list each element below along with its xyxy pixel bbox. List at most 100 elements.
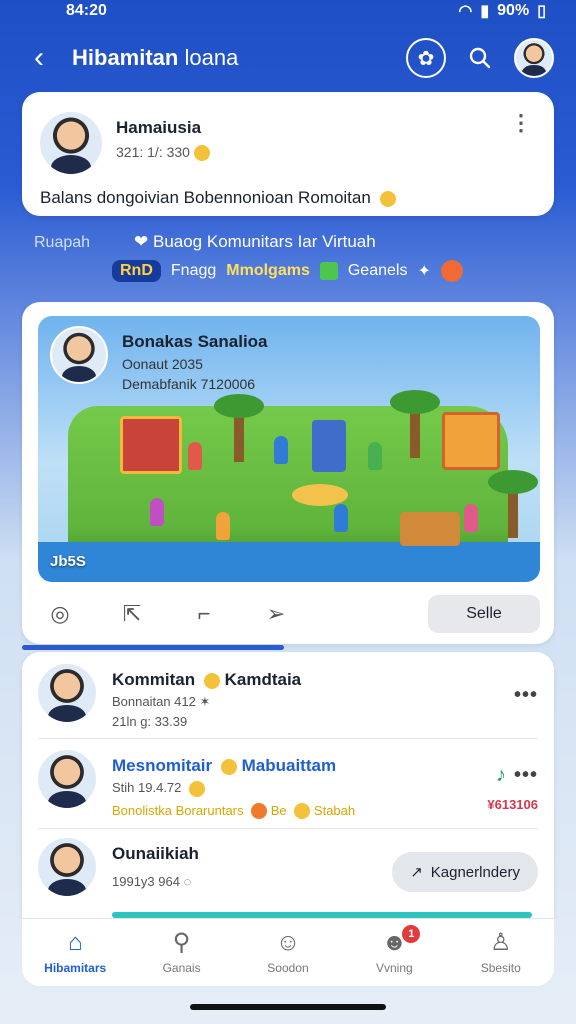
dancer-icon: ✦ [417,263,431,280]
share-icon[interactable]: ⇱ [114,596,150,632]
profile-avatar[interactable] [514,38,554,78]
notification-badge: 1 [402,924,421,943]
list-item[interactable]: Mesnomitair Mabuaittam Stih 19.4.72 Bono… [38,750,538,820]
post-text: Balans dongoivian Bobennonioan Romoitan [40,188,371,207]
back-arrow-icon[interactable]: ‹ [22,43,62,73]
tab-social[interactable]: ☺ Soodon [240,928,336,975]
item-tagline-3: Stabah [313,802,356,818]
heart-icon: ❤ [134,232,149,251]
chat-bubble-icon [440,260,463,282]
more-options-icon[interactable]: ••• [514,684,538,707]
tab-home[interactable]: ⌂ Hibamitars [27,928,123,975]
item-tagline-2: Be [270,802,287,818]
item-name: Ounaiikiah [112,844,199,863]
community-banner[interactable]: Ruapah ❤ Buaog Komunitars Iar Virtuah Rn… [22,228,554,294]
bottom-tab-bar: ⌂ Hibamitars ⚲ Ganais ☺ Soodon ☻ 1 Vvnin… [22,918,554,986]
banner-tag: RnD [112,260,161,282]
item-subtitle: Stih 19.4.72 [112,780,182,795]
post-author[interactable]: Hamaiusia [116,118,506,138]
more-options-icon[interactable]: ⋮ [506,112,536,134]
post-card: Hamaiusia 321: 1/: 330 ⋮ Balans dongoivi… [22,92,554,216]
desk-illustration [400,512,460,546]
tab-label: Ganais [162,960,201,975]
tab-notifications[interactable]: ☻ 1 Vvning [346,924,442,975]
status-time: 84:20 [66,2,107,19]
avatar-figure [216,512,230,540]
list-item[interactable]: Kommitan Kamdtaia Bonnaitan 412 ✶ 21ln g… [38,664,538,729]
item-value: ¥613106 [487,797,538,812]
badge-icon[interactable]: ✿ [406,38,446,78]
camera-icon[interactable]: ◎ [42,596,78,632]
fire-icon [251,803,268,820]
banner-label: Ruapah [34,234,91,251]
item-subtitle: 1991y3 964 [112,874,180,889]
post-subtitle-2: Demabfanik 7120006 [122,376,256,392]
battery-icon: ▯ [537,3,546,20]
app-header: ‹ Hibamitan loana ✿ [22,28,554,88]
tab-search[interactable]: ⚲ Ganais [134,928,230,975]
emoji-icon [220,758,237,775]
status-bar: 84:20 ◠ ▮ 90% ▯ [0,0,576,22]
palm-tree-icon [214,394,264,462]
face-icon: ☺ [275,928,301,956]
banner-highlight: Mmolgams [226,262,310,279]
divider [38,828,538,829]
post-time: 321: 1/: 330 [116,144,190,160]
sparkle-icon: ✶ [199,694,211,709]
banner-title: Buaog Komunitars Iar Virtuah [152,232,376,251]
green-square-icon [319,262,338,280]
conversation-list: Kommitan Kamdtaia Bonnaitan 412 ✶ 21ln g… [22,652,554,918]
post-author[interactable]: Bonakas Sanalioa [122,332,268,352]
table-illustration [292,484,348,506]
banner-tail: Geanels [347,262,408,279]
search-icon[interactable] [460,38,500,78]
tab-label: Hibamitars [44,960,107,975]
avatar[interactable] [50,326,108,384]
music-note-icon: ♪ [495,764,506,786]
image-caption: Jb5S [50,553,86,570]
send-icon[interactable]: ➢ [258,596,294,632]
item-name-2: Mabuaittam [241,756,337,775]
avatar-figure [150,498,164,526]
avatar-figure [334,504,348,532]
status-icons: ◠ ▮ 90% ▯ [458,1,546,21]
comment-icon[interactable]: ⌐ [186,596,222,632]
palm-tree-icon [390,390,440,458]
avatar [38,750,96,808]
item-name: Kommitan [112,670,196,689]
list-item[interactable]: Ounaiikiah 1991y3 964 ◌ ↗ Kagnerlndery [38,838,538,896]
avatar[interactable] [40,112,102,174]
search-icon: ⚲ [172,928,191,956]
follow-button[interactable]: ↗ Kagnerlndery [392,852,538,892]
tab-label: Vvning [376,960,413,975]
avatar [38,838,96,896]
page-title: Hibamitan loana [72,45,239,70]
home-indicator[interactable] [190,1004,386,1010]
send-button[interactable]: Selle [428,595,540,633]
coin-icon [193,145,210,162]
emoji-icon [294,803,311,820]
avatar-figure [274,436,288,464]
item-tagline: Bonolistka Boraruntars [112,802,244,818]
item-subtitle: Bonnaitan 412 [112,694,196,709]
booth-illustration [120,416,182,474]
item-name-2: Kamdtaia [224,670,302,689]
arrow-icon: ↗ [410,864,423,881]
item-timestamp: 21ln g: 33.39 [112,714,188,729]
wifi-icon: ◠ [458,3,473,20]
more-options-icon[interactable]: ••• [514,764,538,786]
avatar-figure [368,442,382,470]
profile-icon: ♙ [489,928,512,956]
tab-profile[interactable]: ♙ Sbesito [453,928,549,975]
post-subtitle: Oonaut 2035 [122,356,203,372]
signal-icon: ▮ [480,3,490,20]
tab-label: Soodon [267,960,309,975]
follow-button-label: Kagnerlndery [430,863,520,881]
palm-tree-icon [488,470,538,538]
battery-level: 90% [497,2,530,19]
virtual-community-image[interactable]: Bonakas Sanalioa Oonaut 2035 Demabfanik … [38,316,540,582]
emoji-icon [189,780,206,797]
booth-illustration [442,412,500,470]
emoji-icon [203,672,220,689]
home-icon: ⌂ [67,928,83,956]
